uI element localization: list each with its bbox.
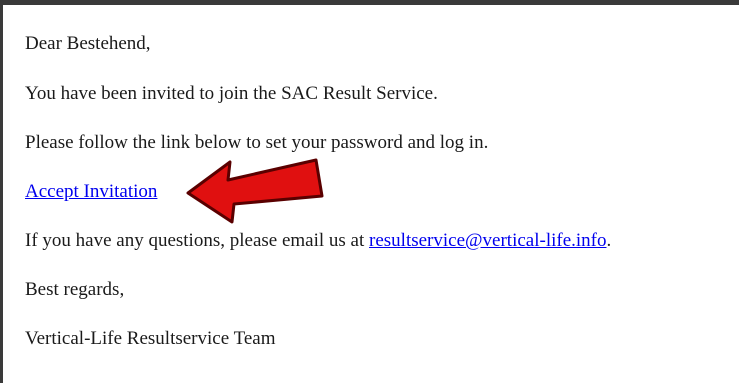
email-frame: Dear Bestehend, You have been invited to… <box>0 0 739 383</box>
accept-invitation-link[interactable]: Accept Invitation <box>25 181 157 202</box>
greeting: Dear Bestehend, <box>25 33 151 54</box>
signature-text: Vertical-Life Resultservice Team <box>25 328 276 349</box>
contact-email-link[interactable]: resultservice@vertical-life.info <box>369 230 606 251</box>
red-arrow-pointing-left-icon <box>186 158 324 224</box>
questions-suffix: . <box>606 230 612 251</box>
questions-text: If you have any questions, please email … <box>25 230 611 252</box>
intro-text: You have been invited to join the SAC Re… <box>25 83 438 104</box>
arrow-shape <box>186 158 324 224</box>
accept-invitation-row: Accept Invitation <box>25 181 157 203</box>
closing-text: Best regards, <box>25 279 125 300</box>
instruction-text: Please follow the link below to set your… <box>25 132 489 153</box>
questions-prefix: If you have any questions, please email … <box>25 230 370 251</box>
